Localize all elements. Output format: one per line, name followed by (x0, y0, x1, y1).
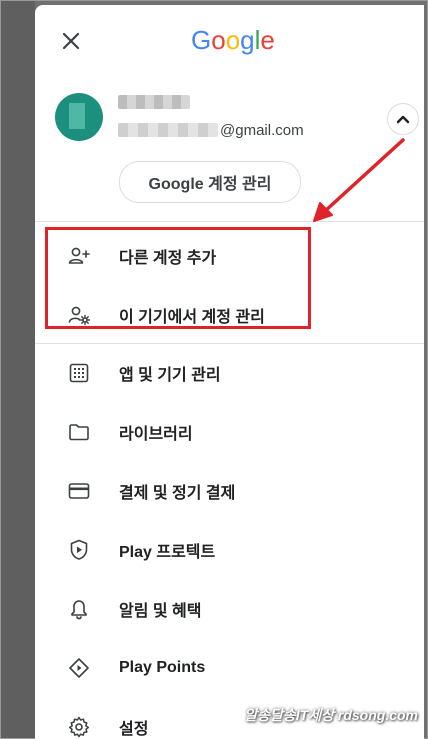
background-scrim (1, 1, 35, 738)
manage-device-accounts-label: 이 기기에서 계정 관리 (119, 309, 265, 326)
gear-icon (67, 715, 91, 739)
account-list-toggle-button[interactable] (387, 103, 419, 135)
credit-card-icon (67, 479, 91, 503)
menu-item-label: 결제 및 정기 결제 (119, 485, 236, 502)
menu-item-library[interactable]: 라이브러리 (35, 412, 424, 452)
bell-icon (67, 597, 91, 621)
divider (35, 221, 424, 222)
menu-item-notifications[interactable]: 알림 및 혜택 (35, 589, 424, 629)
watermark: 알송달송IT세상 rdsong.com (244, 707, 418, 723)
manage-google-account-button[interactable]: Google 계정 관리 (119, 161, 301, 203)
logo-letter: g (240, 25, 255, 55)
menu-item-label: 알림 및 혜택 (119, 603, 202, 620)
logo-letter: o (225, 25, 241, 55)
logo-letter: G (191, 25, 212, 55)
close-button[interactable] (53, 23, 89, 59)
apps-grid-icon (67, 361, 91, 385)
close-icon (62, 32, 80, 50)
add-account-item[interactable]: 다른 계정 추가 (35, 236, 424, 276)
menu-item-label: Play Points (119, 659, 206, 676)
avatar[interactable] (55, 93, 103, 141)
account-drawer: Google @gmail.com Google 계정 관리 다른 계정 추가 (35, 5, 424, 739)
menu-item-label: 앱 및 기기 관리 (119, 367, 221, 384)
divider (35, 343, 424, 344)
logo-letter: o (211, 25, 226, 55)
diamond-icon (67, 656, 91, 680)
menu-item-label: Play 프로텍트 (119, 544, 216, 561)
chevron-up-icon (396, 115, 410, 124)
folder-icon (67, 420, 91, 444)
menu-item-play-protect[interactable]: Play 프로텍트 (35, 530, 424, 570)
menu-item-label: 라이브러리 (119, 426, 193, 443)
manage-device-accounts-item[interactable]: 이 기기에서 계정 관리 (35, 295, 424, 335)
menu-item-payments[interactable]: 결제 및 정기 결제 (35, 471, 424, 511)
add-account-label: 다른 계정 추가 (119, 250, 217, 267)
menu-item-label: 설정 (119, 721, 149, 738)
person-add-icon (67, 244, 91, 268)
account-name-redacted (118, 95, 190, 109)
google-logo: Google (191, 25, 275, 55)
menu-item-play-points[interactable]: Play Points (35, 648, 424, 688)
email-local-part-redacted (118, 123, 218, 137)
account-email: @gmail.com (118, 119, 304, 141)
menu-item-manage-apps[interactable]: 앱 및 기기 관리 (35, 353, 424, 393)
logo-letter: e (260, 25, 275, 55)
email-domain: @gmail.com (220, 121, 304, 139)
shield-play-icon (67, 538, 91, 562)
manage-accounts-icon (67, 303, 91, 327)
